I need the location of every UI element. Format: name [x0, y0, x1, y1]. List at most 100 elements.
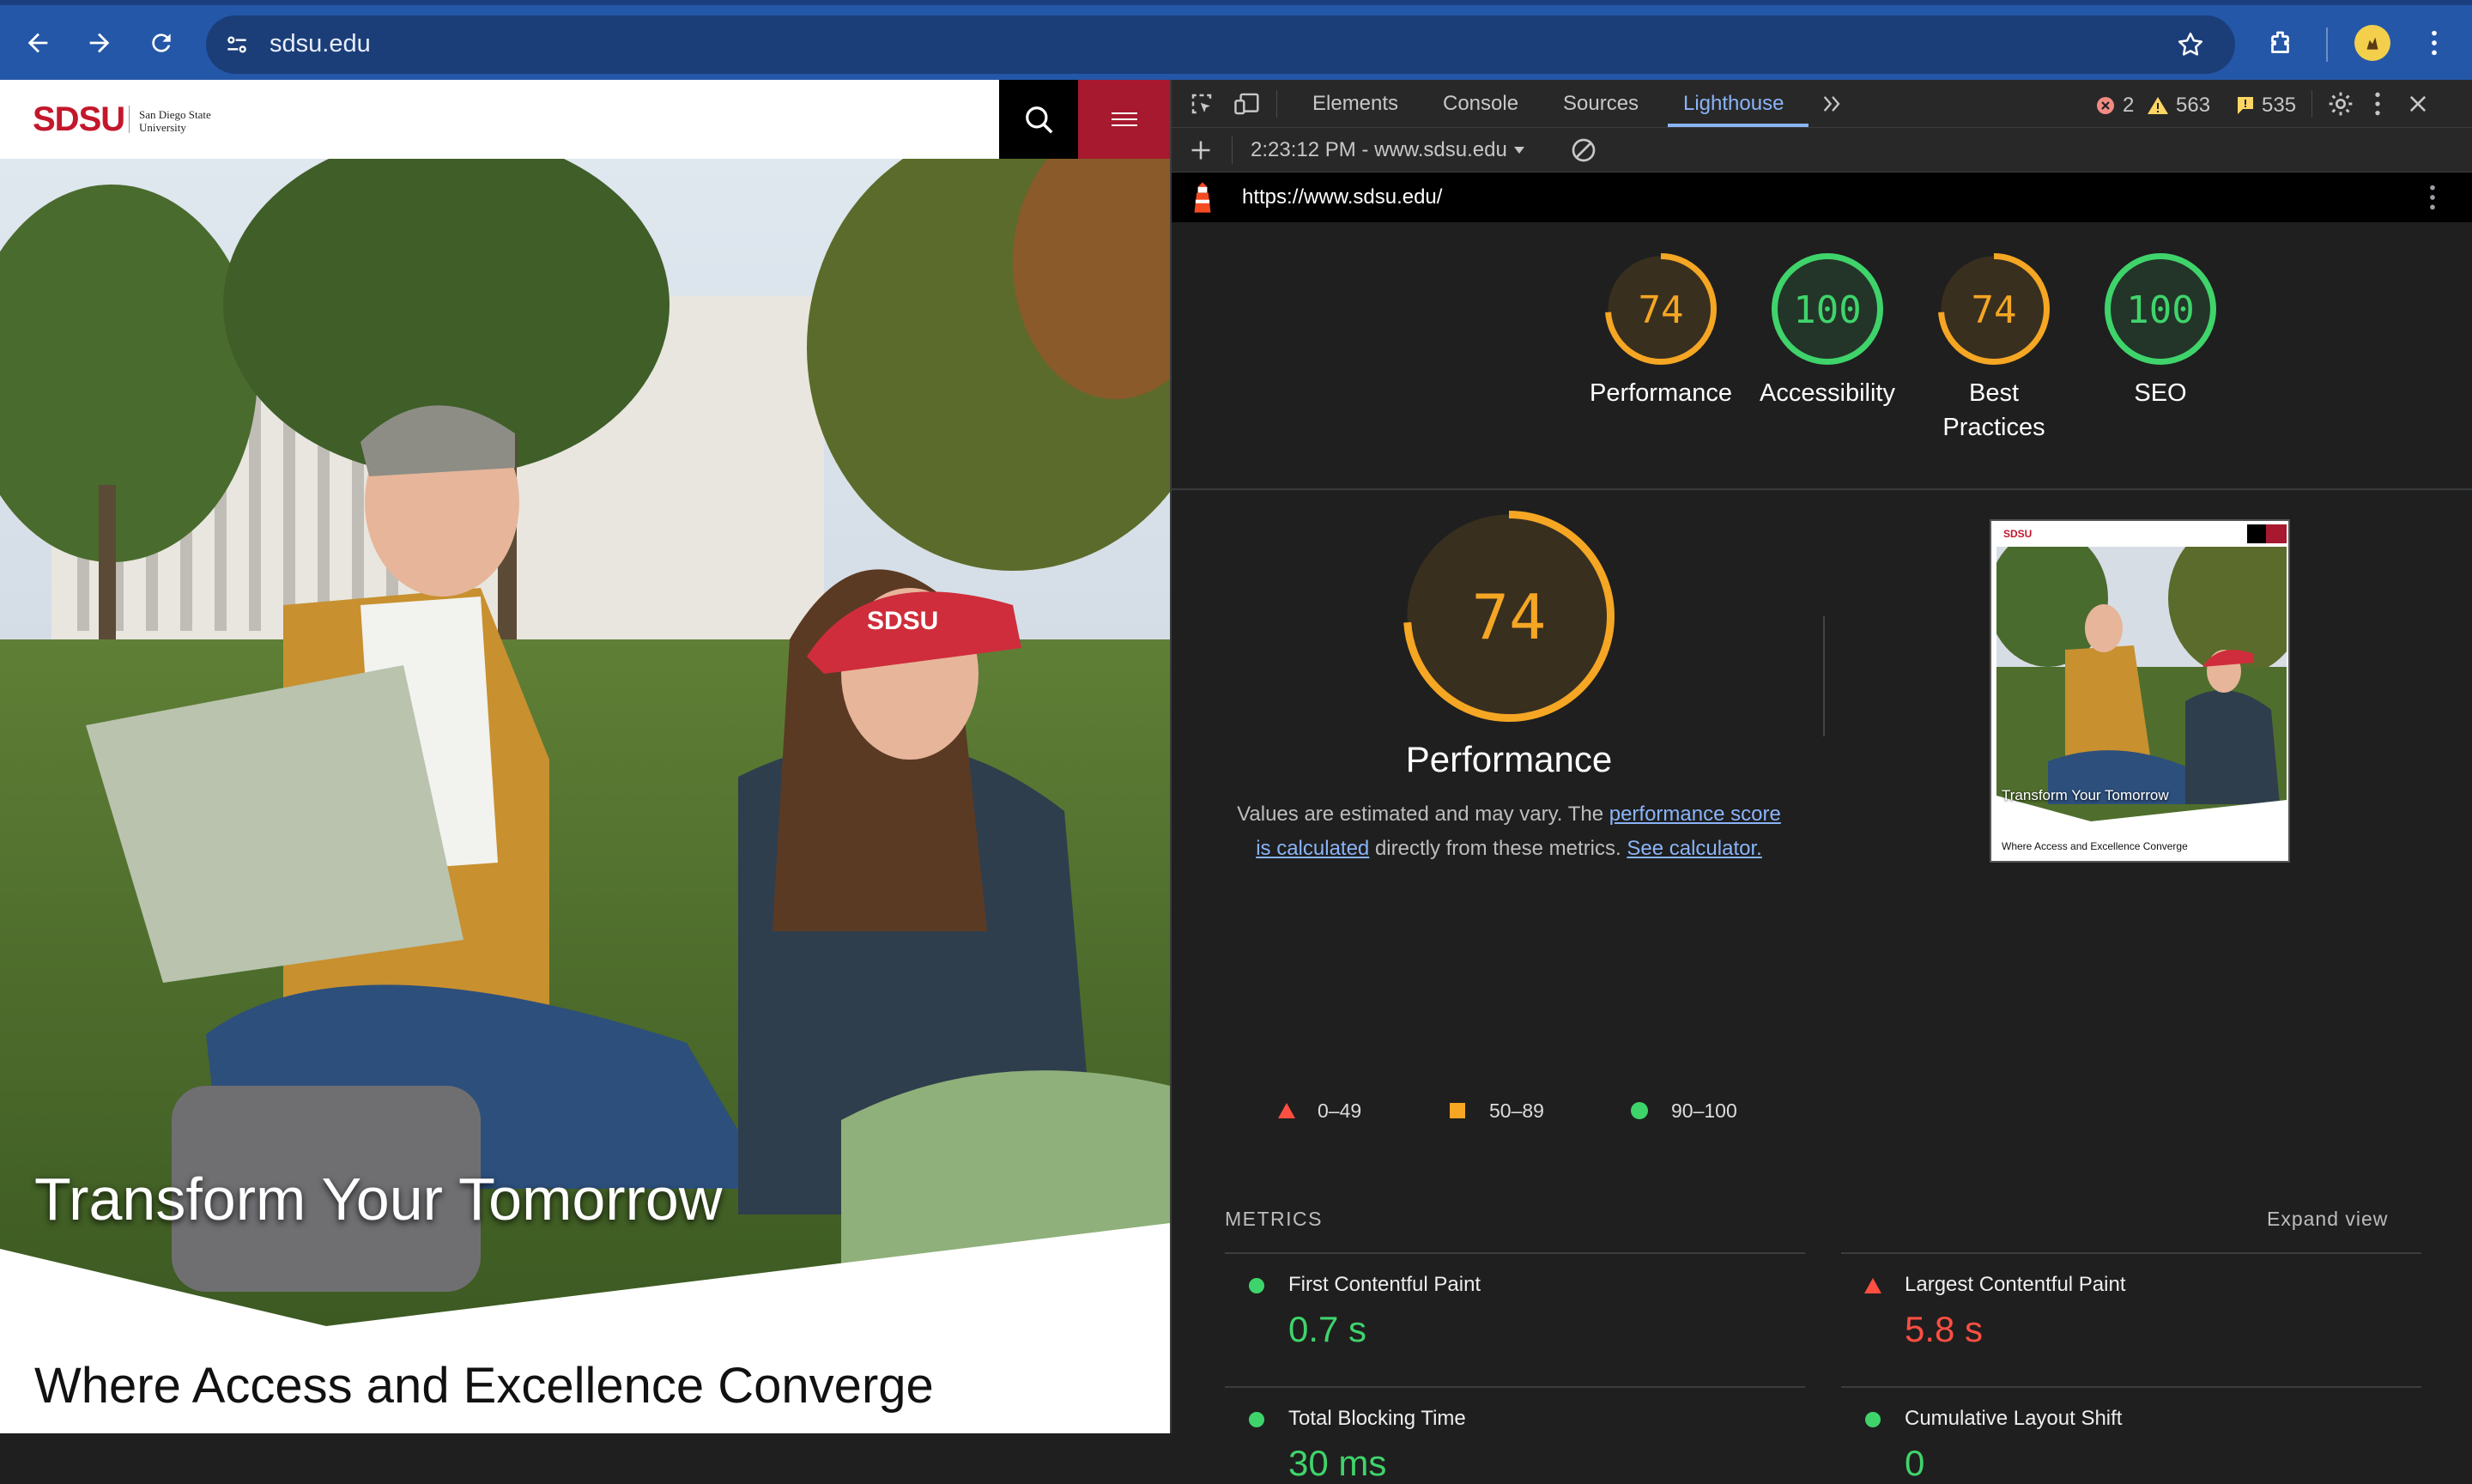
hero-section: SDSU Transform Your Tomorrow: [0, 159, 1170, 1326]
logo-subtitle-line2: University: [139, 121, 186, 134]
tab-console[interactable]: Console: [1443, 92, 1518, 116]
site-search-button[interactable]: [999, 80, 1078, 159]
metric-name: Total Blocking Time: [1288, 1407, 1466, 1430]
report-url[interactable]: https://www.sdsu.edu/: [1242, 185, 1442, 209]
reload-icon[interactable]: [142, 24, 180, 62]
is-calculated-link[interactable]: is calculated: [1256, 837, 1369, 860]
performance-score-link[interactable]: performance score: [1609, 803, 1781, 826]
category-label: Performance: [1589, 379, 1732, 407]
score-ring: 100: [1772, 253, 1883, 365]
forward-icon[interactable]: [81, 24, 118, 62]
category-gauge-accessibility[interactable]: 100 Accessibility: [1742, 251, 1913, 410]
inspect-element-icon[interactable]: [1189, 91, 1215, 117]
issue-count: 535: [2262, 94, 2297, 117]
lighthouse-toolbar: 2:23:12 PM - www.sdsu.edu: [1172, 128, 2472, 173]
thumb-tagline: Where Access and Excellence Converge: [2002, 840, 2188, 852]
extensions-icon[interactable]: [2263, 24, 2300, 62]
logo-divider: [129, 106, 130, 133]
counter-divider: [2311, 90, 2312, 118]
metrics-divider-left: [1225, 1252, 1805, 1254]
category-gauge-best-practices[interactable]: 74 Best Practices: [1908, 251, 2080, 445]
bar-divider: [1232, 136, 1233, 164]
error-counter[interactable]: 2: [2095, 94, 2134, 118]
gauge-score: 74: [1472, 581, 1547, 653]
metric-name: Cumulative Layout Shift: [1905, 1407, 2123, 1430]
devtools-more-icon[interactable]: [2373, 90, 2382, 118]
close-devtools-icon[interactable]: [2406, 92, 2430, 116]
site-header: SDSU San Diego State University: [0, 80, 1170, 159]
performance-description: Values are estimated and may vary. The p…: [1221, 797, 1796, 866]
metrics-row-divider-right: [1841, 1386, 2421, 1388]
category-gauge-performance[interactable]: 74 Performance: [1575, 251, 1747, 410]
site-info-icon[interactable]: [223, 31, 251, 63]
settings-gear-icon[interactable]: [2327, 90, 2354, 118]
category-label: Accessibility: [1760, 379, 1895, 407]
category-label: Best Practices: [1942, 379, 2045, 441]
hamburger-icon: [1112, 112, 1137, 126]
category-gauge-seo[interactable]: 100 SEO: [2075, 251, 2246, 410]
legend-average: 50–89: [1489, 1099, 1544, 1122]
expand-view-link[interactable]: Expand view: [2267, 1208, 2388, 1231]
gauge-score: 74: [1639, 288, 1684, 332]
thumb-hero-photo: [1996, 547, 2287, 821]
thumb-search: [2247, 524, 2266, 543]
toolbar-divider: [2326, 27, 2328, 62]
performance-title: Performance: [1405, 739, 1613, 779]
more-tabs-icon[interactable]: [1821, 94, 1845, 114]
category-scores: 74 Performance 100 Accessibility 74 Best Pract…: [1172, 222, 2472, 490]
pass-circle-icon: [1631, 1102, 1648, 1119]
issues-counter[interactable]: 535: [2236, 94, 2296, 118]
tab-elements[interactable]: Elements: [1312, 92, 1398, 116]
url-text[interactable]: sdsu.edu: [270, 30, 371, 58]
error-icon: [2097, 97, 2114, 114]
score-ring: 100: [2105, 253, 2216, 365]
thumb-hero-title: Transform Your Tomorrow: [2002, 787, 2169, 803]
tab-lighthouse[interactable]: Lighthouse: [1683, 92, 1784, 116]
clear-reports-icon[interactable]: [1570, 136, 1597, 164]
fail-triangle-icon: [1864, 1278, 1881, 1293]
thumb-logo: SDSU: [2003, 528, 2033, 540]
see-calculator-link[interactable]: See calculator.: [1627, 837, 1761, 860]
report-menu-icon[interactable]: [2428, 183, 2437, 212]
error-count: 2: [2123, 94, 2135, 117]
star-icon[interactable]: [2175, 29, 2206, 64]
metric-value: 0.7 s: [1288, 1309, 1367, 1349]
metrics-heading: METRICS: [1225, 1208, 1323, 1230]
average-square-icon: [1450, 1103, 1465, 1118]
more-icon[interactable]: [2415, 24, 2453, 62]
dropdown-caret-icon: [1513, 147, 1524, 154]
warning-counter[interactable]: 563: [2147, 94, 2210, 118]
logo-subtitle-line1: San Diego State: [139, 108, 211, 121]
desc-text-1: Values are estimated and may vary. The: [1237, 803, 1609, 826]
new-report-plus-icon[interactable]: [1189, 138, 1213, 162]
score-ring: 74: [1605, 253, 1717, 365]
site-menu-button[interactable]: [1078, 80, 1170, 159]
gauge-score: 100: [1793, 288, 1861, 332]
metric-value: 30 ms: [1288, 1443, 1387, 1483]
pass-circle-icon: [1249, 1278, 1264, 1293]
device-toolbar-icon[interactable]: [1233, 91, 1261, 117]
metric-value: 0: [1905, 1443, 1925, 1483]
address-bar[interactable]: sdsu.edu: [206, 15, 2235, 74]
active-tab-indicator: [1668, 124, 1809, 127]
legend-pass: 90–100: [1671, 1099, 1737, 1122]
metrics-row-divider-left: [1225, 1386, 1805, 1388]
report-selector[interactable]: 2:23:12 PM - www.sdsu.edu: [1251, 138, 1526, 162]
web-page: SDSU San Diego State University SDSU Tra…: [0, 80, 1170, 1433]
tab-sources[interactable]: Sources: [1563, 92, 1639, 116]
issue-flag-icon: [2238, 97, 2253, 114]
gauge-score: 74: [1972, 288, 2017, 332]
section-divider: [1823, 616, 1825, 736]
site-logo[interactable]: SDSU: [33, 100, 125, 139]
metric-name: Largest Contentful Paint: [1905, 1273, 2126, 1296]
page-screenshot-thumbnail[interactable]: SDSU Transform Your Tomorrow Where Acces…: [1990, 519, 2290, 863]
back-icon[interactable]: [19, 24, 57, 62]
warning-count: 563: [2176, 94, 2211, 117]
search-icon: [1026, 106, 1053, 134]
report-selector-label: 2:23:12 PM - www.sdsu.edu: [1251, 138, 1507, 161]
hero-photo: SDSU: [0, 159, 1170, 1326]
lighthouse-logo-icon: [1194, 182, 1211, 213]
logo-subtitle: San Diego State University: [139, 108, 216, 134]
score-ring: 74: [1938, 253, 2050, 365]
profile-icon[interactable]: [2354, 24, 2391, 62]
